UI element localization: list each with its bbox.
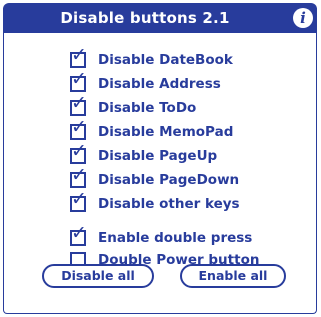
option-disable-pageup[interactable]: ✓ Disable PageUp — [70, 142, 218, 166]
title-bar: Disable buttons 2.1 i — [3, 3, 317, 33]
checkmark-icon: ✓ — [71, 188, 87, 210]
checkmark-icon: ✓ — [71, 116, 87, 138]
info-icon[interactable]: i — [293, 8, 313, 28]
checkbox-disable-pagedown[interactable]: ✓ — [70, 166, 87, 188]
checkbox-enable-double-press[interactable]: ✓ — [70, 224, 87, 246]
checkmark-icon: ✓ — [71, 140, 87, 162]
option-label: Disable ToDo — [98, 100, 197, 116]
option-disable-todo[interactable]: ✓ Disable ToDo — [70, 94, 197, 118]
option-label: Disable PageUp — [98, 148, 218, 164]
option-disable-address[interactable]: ✓ Disable Address — [70, 70, 221, 94]
checkmark-icon: ✓ — [71, 222, 87, 244]
checkbox-disable-todo[interactable]: ✓ — [70, 94, 87, 116]
option-disable-other-keys[interactable]: ✓ Disable other keys — [70, 190, 240, 214]
checkbox-disable-address[interactable]: ✓ — [70, 70, 87, 92]
app-screen: Disable buttons 2.1 i ✓ Disable DateBook… — [0, 0, 321, 317]
checkmark-icon: ✓ — [71, 68, 87, 90]
enable-all-button[interactable]: Enable all — [180, 264, 286, 288]
checkbox-disable-datebook[interactable]: ✓ — [70, 46, 87, 68]
option-label: Disable other keys — [98, 196, 240, 212]
option-disable-pagedown[interactable]: ✓ Disable PageDown — [70, 166, 240, 190]
checkmark-icon: ✓ — [71, 44, 87, 66]
option-label: Disable PageDown — [98, 172, 240, 188]
option-label: Disable MemoPad — [98, 124, 234, 140]
option-disable-memopad[interactable]: ✓ Disable MemoPad — [70, 118, 234, 142]
checkbox-disable-memopad[interactable]: ✓ — [70, 118, 87, 140]
checkmark-icon: ✓ — [71, 164, 87, 186]
checkbox-disable-other-keys[interactable]: ✓ — [70, 190, 87, 212]
option-label: Enable double press — [98, 230, 253, 246]
app-title: Disable buttons 2.1 — [60, 9, 230, 27]
option-enable-double-press[interactable]: ✓ Enable double press — [70, 224, 253, 248]
option-label: Disable DateBook — [98, 52, 233, 68]
disable-all-button[interactable]: Disable all — [42, 264, 154, 288]
option-label: Disable Address — [98, 76, 221, 92]
checkmark-icon: ✓ — [71, 92, 87, 114]
checkbox-disable-pageup[interactable]: ✓ — [70, 142, 87, 164]
option-disable-datebook[interactable]: ✓ Disable DateBook — [70, 46, 233, 70]
